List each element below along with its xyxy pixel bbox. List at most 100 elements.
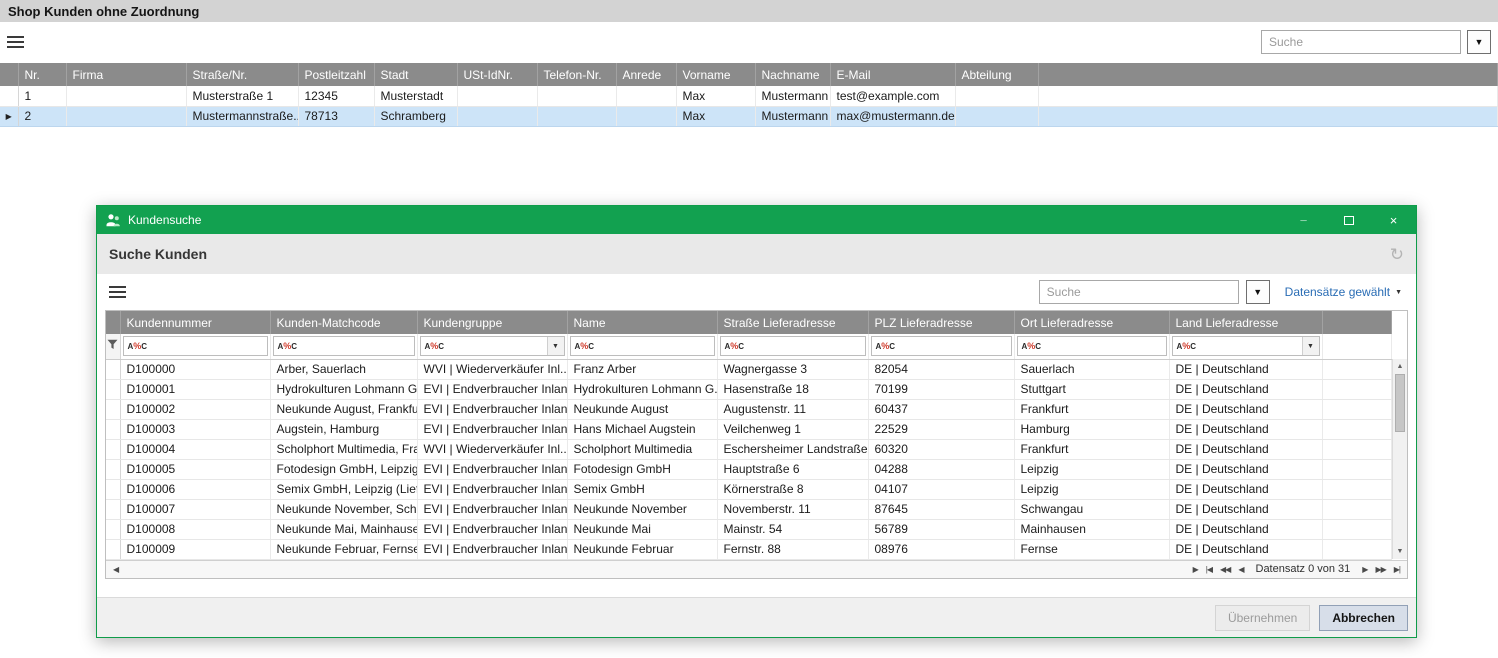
table-cell[interactable]: 04288 [868,459,1014,479]
column-header[interactable]: Vorname [676,63,755,86]
table-cell[interactable]: WVI | Wiederverkäufer Inl... [417,359,567,379]
table-cell[interactable]: Arber, Sauerlach [270,359,417,379]
records-selected-dropdown[interactable]: Datensätze gewählt ▼ [1285,285,1402,299]
vertical-scrollbar[interactable]: ▲ ▼ [1392,359,1407,559]
column-header[interactable]: Telefon-Nr. [537,63,616,86]
table-cell[interactable]: DE | Deutschland [1169,439,1322,459]
table-cell[interactable]: 08976 [868,539,1014,559]
table-cell[interactable]: EVI | Endverbraucher Inland [417,499,567,519]
column-header[interactable]: USt-IdNr. [457,63,537,86]
table-cell[interactable]: Veilchenweg 1 [717,419,868,439]
table-cell[interactable]: Eschersheimer Landstraße... [717,439,868,459]
table-cell[interactable]: Hasenstraße 18 [717,379,868,399]
filter-input[interactable]: A%C [570,336,715,356]
filter-input[interactable]: A%C [1017,336,1167,356]
table-cell[interactable]: DE | Deutschland [1169,419,1322,439]
table-row[interactable]: D100006Semix GmbH, Leipzig (Liefe...EVI … [106,479,1392,499]
table-cell[interactable]: Hydrokulturen Lohmann G... [270,379,417,399]
table-cell[interactable]: DE | Deutschland [1169,499,1322,519]
menu-icon[interactable] [7,36,24,48]
table-cell[interactable]: D100000 [120,359,270,379]
table-cell[interactable]: Schramberg [374,106,457,126]
table-cell[interactable]: 22529 [868,419,1014,439]
table-cell[interactable]: Scholphort Multimedia [567,439,717,459]
search-filter-dropdown-button[interactable]: ▼ [1467,30,1491,54]
scrollbar-track[interactable] [1393,374,1407,544]
table-cell[interactable] [457,86,537,106]
table-cell[interactable]: 60320 [868,439,1014,459]
table-row[interactable]: D100002Neukunde August, FrankfurtEVI | E… [106,399,1392,419]
table-cell[interactable]: Hauptstraße 6 [717,459,868,479]
pager-prev-page-button[interactable]: ◀◀ [1216,565,1234,574]
table-cell[interactable]: Fotodesign GmbH, Leipzig... [270,459,417,479]
table-cell[interactable]: EVI | Endverbraucher Inland [417,539,567,559]
table-cell[interactable]: Mustermannstraße... [186,106,298,126]
table-cell[interactable]: Neukunde August, Frankfurt [270,399,417,419]
table-cell[interactable]: Fernstr. 88 [717,539,868,559]
filter-combo-arrow-icon[interactable]: ▼ [1302,337,1319,355]
cancel-button[interactable]: Abbrechen [1319,605,1408,631]
table-cell[interactable]: Körnerstraße 8 [717,479,868,499]
filter-input[interactable]: A%C [273,336,415,356]
table-cell[interactable]: Max [676,106,755,126]
table-cell[interactable]: 2 [18,106,66,126]
table-cell[interactable]: Neukunde Mai [567,519,717,539]
table-row[interactable]: D100008Neukunde Mai, MainhausenEVI | End… [106,519,1392,539]
table-cell[interactable]: Frankfurt [1014,439,1169,459]
column-header[interactable]: PLZ Lieferadresse [868,311,1014,334]
hscroll-right-button[interactable]: ▶ [1189,565,1202,574]
table-cell[interactable]: max@mustermann.de [830,106,955,126]
table-cell[interactable]: D100009 [120,539,270,559]
table-cell[interactable]: Semix GmbH [567,479,717,499]
table-cell[interactable]: Leipzig [1014,479,1169,499]
table-cell[interactable]: D100005 [120,459,270,479]
close-button[interactable]: × [1371,206,1416,234]
table-cell[interactable]: Hans Michael Augstein [567,419,717,439]
table-cell[interactable]: DE | Deutschland [1169,359,1322,379]
table-cell[interactable]: EVI | Endverbraucher Inland [417,419,567,439]
table-cell[interactable]: 1 [18,86,66,106]
table-cell[interactable]: Neukunde Februar, Fernse [270,539,417,559]
table-cell[interactable]: Fernse [1014,539,1169,559]
table-cell[interactable]: Hydrokulturen Lohmann G... [567,379,717,399]
table-cell[interactable] [537,86,616,106]
table-cell[interactable]: D100007 [120,499,270,519]
pager-next-page-button[interactable]: ▶▶ [1371,565,1389,574]
table-cell[interactable]: 60437 [868,399,1014,419]
table-row[interactable]: D100005Fotodesign GmbH, Leipzig...EVI | … [106,459,1392,479]
table-cell[interactable] [616,106,676,126]
pager-next-button[interactable]: ▶ [1358,565,1371,574]
table-cell[interactable]: Musterstraße 1 [186,86,298,106]
table-cell[interactable] [66,106,186,126]
table-cell[interactable]: DE | Deutschland [1169,459,1322,479]
table-cell[interactable]: DE | Deutschland [1169,399,1322,419]
table-cell[interactable]: DE | Deutschland [1169,539,1322,559]
table-cell[interactable]: Neukunde November, Sch... [270,499,417,519]
column-header[interactable]: Straße Lieferadresse [717,311,868,334]
table-cell[interactable]: 82054 [868,359,1014,379]
dialog-search-filter-dropdown-button[interactable]: ▼ [1246,280,1270,304]
dialog-menu-icon[interactable] [109,286,126,298]
table-cell[interactable]: Musterstadt [374,86,457,106]
table-cell[interactable]: Neukunde August [567,399,717,419]
apply-button[interactable]: Übernehmen [1215,605,1310,631]
column-header[interactable]: Postleitzahl [298,63,374,86]
table-cell[interactable]: EVI | Endverbraucher Inland [417,479,567,499]
table-cell[interactable]: Hamburg [1014,419,1169,439]
table-cell[interactable]: 78713 [298,106,374,126]
column-header[interactable]: Nachname [755,63,830,86]
table-cell[interactable]: Mustermann [755,106,830,126]
table-cell[interactable]: Semix GmbH, Leipzig (Liefe... [270,479,417,499]
pager-last-button[interactable]: ▶| [1390,565,1404,574]
table-cell[interactable]: D100008 [120,519,270,539]
table-cell[interactable]: Max [676,86,755,106]
table-row[interactable]: 1Musterstraße 112345MusterstadtMaxMuster… [0,86,1498,106]
column-header[interactable]: Kundengruppe [417,311,567,334]
column-header[interactable]: Kundennummer [120,311,270,334]
column-header[interactable]: Firma [66,63,186,86]
column-header[interactable]: Kunden-Matchcode [270,311,417,334]
table-cell[interactable]: D100003 [120,419,270,439]
filter-input[interactable]: A%C▼ [420,336,565,356]
column-header[interactable]: Stadt [374,63,457,86]
table-cell[interactable]: 04107 [868,479,1014,499]
